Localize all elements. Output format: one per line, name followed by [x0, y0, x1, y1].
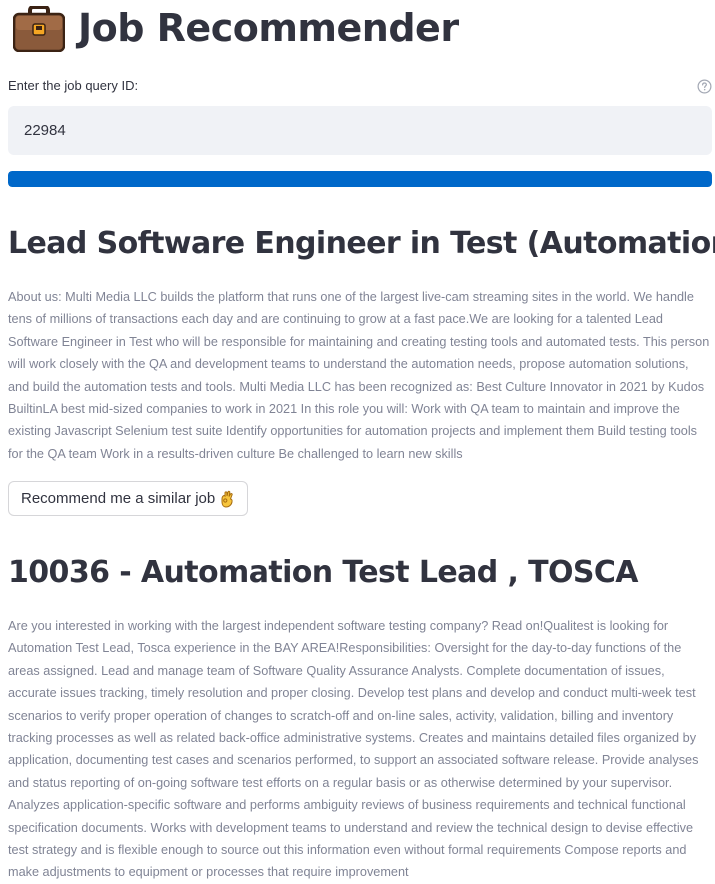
recommended-job-title: 10036 - Automation Test Lead , TOSCA: [8, 555, 639, 590]
query-id-label: Enter the job query ID:: [8, 78, 139, 93]
progress-bar: [8, 171, 712, 187]
job-query-id-input[interactable]: [8, 106, 712, 155]
recommend-similar-job-button[interactable]: Recommend me a similar job: [8, 481, 249, 516]
ok-hand-icon: [221, 490, 233, 508]
recommended-job-description: Are you interested in working with the l…: [8, 619, 699, 880]
help-circle-icon[interactable]: [697, 79, 712, 94]
query-job-description: About us: Multi Media LLC builds the pla…: [8, 290, 710, 461]
briefcase-icon: [13, 6, 65, 52]
recommend-button-label: Recommend me a similar job: [21, 490, 216, 507]
page-title: Job Recommender: [78, 6, 459, 50]
query-job-title: Lead Software Engineer in Test (Automati…: [8, 226, 715, 261]
progress-bar-fill: [8, 171, 712, 187]
